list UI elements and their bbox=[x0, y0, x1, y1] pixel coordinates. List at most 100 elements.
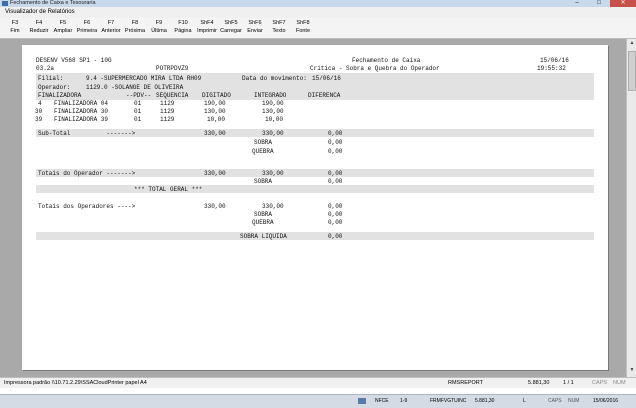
operators-total-integrado: 330,00 bbox=[262, 203, 284, 210]
toolbar-button-label: Fonte bbox=[295, 28, 311, 34]
sobra-liquida-band bbox=[36, 232, 594, 240]
toolbar-button-label: Primeira bbox=[76, 28, 98, 34]
taskbar-caps: CAPS bbox=[548, 398, 562, 404]
toolbar-button-label: Ampliar bbox=[53, 28, 73, 34]
operators-sobra-value: 0,00 bbox=[328, 211, 343, 218]
row-name: FINALIZADORA 39 bbox=[54, 116, 109, 123]
row-seq: 1129 bbox=[160, 108, 175, 115]
taskbar-item-nfce[interactable]: NFCE bbox=[375, 398, 389, 404]
toolbar-button-label: Imprimir bbox=[197, 28, 217, 34]
toolbar-button-label: Próxima bbox=[124, 28, 146, 34]
report-code: POTRPDVZ9 bbox=[156, 65, 189, 72]
report-page: DESENV V568 SP1 - 10G 03.2a POTRPDVZ9 Fe… bbox=[22, 45, 608, 370]
col-finalizadora: FINALIZADORA bbox=[38, 92, 82, 99]
sobra-value: 0,00 bbox=[328, 139, 343, 146]
operator-total-diferenca: 0,00 bbox=[328, 170, 343, 177]
sobra-liquida-label: SOBRA LIQUIDA bbox=[240, 233, 287, 240]
caps-indicator: CAPS bbox=[592, 380, 607, 386]
scroll-thumb[interactable] bbox=[628, 51, 636, 91]
toolbar-button-label: Página bbox=[174, 28, 192, 34]
row-pdv: 01 bbox=[134, 100, 142, 107]
row-name: FINALIZADORA 30 bbox=[54, 108, 109, 115]
filial-value: 9.4 -SUPERMERCADO MIRA LTDA RH09 bbox=[86, 75, 202, 82]
report-title: Fechamento de Caixa bbox=[352, 57, 421, 64]
taskbar-item-value: 5.881,30 bbox=[475, 398, 495, 404]
toolbar-button-pagina[interactable]: F10 Página bbox=[171, 19, 195, 37]
toolbar-button-label: Carregar bbox=[220, 28, 242, 34]
taskbar-app-icon[interactable] bbox=[358, 398, 366, 404]
report-time: 19:55:32 bbox=[537, 65, 566, 72]
subtotal-digitado: 330,00 bbox=[204, 130, 226, 137]
movimento-label: Data do movimento: bbox=[242, 75, 307, 82]
vertical-scrollbar[interactable]: ▲ ▼ bbox=[626, 39, 636, 377]
app-icon bbox=[2, 1, 8, 6]
maximize-button[interactable]: □ bbox=[588, 0, 610, 7]
print-icon: ShF4 bbox=[200, 20, 214, 26]
toolbar-button-anterior[interactable]: F7 Anterior bbox=[99, 19, 123, 37]
menu-title[interactable]: Visualizador de Relatórios bbox=[5, 9, 75, 15]
minimize-button[interactable]: – bbox=[566, 0, 588, 7]
toolbar-button-label: Texto bbox=[272, 28, 286, 34]
window-title-bar: Fechamento de Caixa e Tesouraria bbox=[0, 0, 636, 7]
taskbar: NFCE 1-9 FRMFVGTUINC 5.881,30 L CAPS NUM… bbox=[0, 394, 636, 408]
header-version: 03.2a bbox=[36, 65, 55, 72]
toolbar-button-primeira[interactable]: F6 Primeira bbox=[75, 19, 99, 37]
toolbar-button-label: Fim bbox=[10, 28, 20, 34]
printer-status: Impressora padrão \\10.71.2.29\SSACloudP… bbox=[4, 380, 147, 386]
toolbar-button-reduzir[interactable]: F4 Reduzir bbox=[27, 19, 51, 37]
operador-label: Operador: bbox=[38, 84, 71, 91]
header-system: DESENV V568 SP1 - 10G bbox=[36, 57, 112, 64]
operators-quebra-value: 0,00 bbox=[328, 219, 343, 226]
taskbar-date: 15/06/2016 bbox=[593, 398, 619, 404]
sobra-liquida-value: 0,00 bbox=[328, 233, 343, 240]
last-page-icon: F9 bbox=[155, 20, 163, 26]
toolbar-button-carregar[interactable]: ShF5 Carregar bbox=[219, 19, 243, 37]
toolbar-button-imprimir[interactable]: ShF4 Imprimir bbox=[195, 19, 219, 37]
operator-total-digitado: 330,00 bbox=[204, 170, 226, 177]
taskbar-num: NUM bbox=[568, 398, 580, 404]
window-title: Fechamento de Caixa e Tesouraria bbox=[10, 0, 96, 6]
toolbar-button-enviar[interactable]: ShF6 Enviar bbox=[243, 19, 267, 37]
next-page-icon: F8 bbox=[131, 20, 139, 26]
subtotal-integrado: 330,00 bbox=[262, 130, 284, 137]
row-integrado: 130,00 bbox=[262, 108, 284, 115]
close-button[interactable]: ✕ bbox=[610, 0, 636, 7]
scroll-up-icon[interactable]: ▲ bbox=[628, 40, 636, 49]
filial-label: Filial: bbox=[38, 75, 64, 82]
report-name: RMSREPORT bbox=[448, 380, 484, 386]
exit-icon: F3 bbox=[11, 20, 19, 26]
row-name: FINALIZADORA 04 bbox=[54, 100, 109, 107]
operators-sobra-label: SOBRA bbox=[254, 211, 273, 218]
scroll-down-icon[interactable]: ▼ bbox=[628, 367, 636, 376]
subtotal-diferenca: 0,00 bbox=[328, 130, 343, 137]
total-geral-label: *** TOTAL GERAL *** bbox=[134, 186, 203, 193]
toolbar-button-texto[interactable]: ShF7 Texto bbox=[267, 19, 291, 37]
row-num: 39 bbox=[35, 116, 43, 123]
toolbar-button-ultima[interactable]: F9 Última bbox=[147, 19, 171, 37]
toolbar-button-label: Última bbox=[151, 28, 167, 34]
row-pdv: 01 bbox=[134, 108, 142, 115]
movimento-value: 15/06/16 bbox=[312, 75, 341, 82]
toolbar-button-fim[interactable]: F3 Fim bbox=[3, 19, 27, 37]
operators-total-digitado: 330,00 bbox=[204, 203, 226, 210]
toolbar-button-fonte[interactable]: ShF8 Fonte bbox=[291, 19, 315, 37]
quebra-value: 0,00 bbox=[328, 148, 343, 155]
report-date: 15/06/16 bbox=[540, 57, 569, 64]
row-num: 4 bbox=[38, 100, 42, 107]
prev-page-icon: F7 bbox=[107, 20, 115, 26]
operators-total-diferenca: 0,00 bbox=[328, 203, 343, 210]
total-geral-band bbox=[36, 185, 594, 193]
send-icon: ShF6 bbox=[248, 20, 262, 26]
taskbar-item-l: L bbox=[523, 398, 526, 404]
row-integrado: 10,00 bbox=[265, 116, 284, 123]
font-icon: ShF8 bbox=[296, 20, 310, 26]
row-seq: 1129 bbox=[160, 100, 175, 107]
zoom-in-icon: F5 bbox=[59, 20, 67, 26]
operator-total-integrado: 330,00 bbox=[262, 170, 284, 177]
toolbar-button-ampliar[interactable]: F5 Ampliar bbox=[51, 19, 75, 37]
text-icon: ShF7 bbox=[272, 20, 286, 26]
toolbar-button-proxima[interactable]: F8 Próxima bbox=[123, 19, 147, 37]
operator-sobra-label: SOBRA bbox=[254, 178, 273, 185]
report-subtitle: Crítica - Sobra e Quebra do Operador bbox=[310, 65, 440, 72]
row-seq: 1129 bbox=[160, 116, 175, 123]
